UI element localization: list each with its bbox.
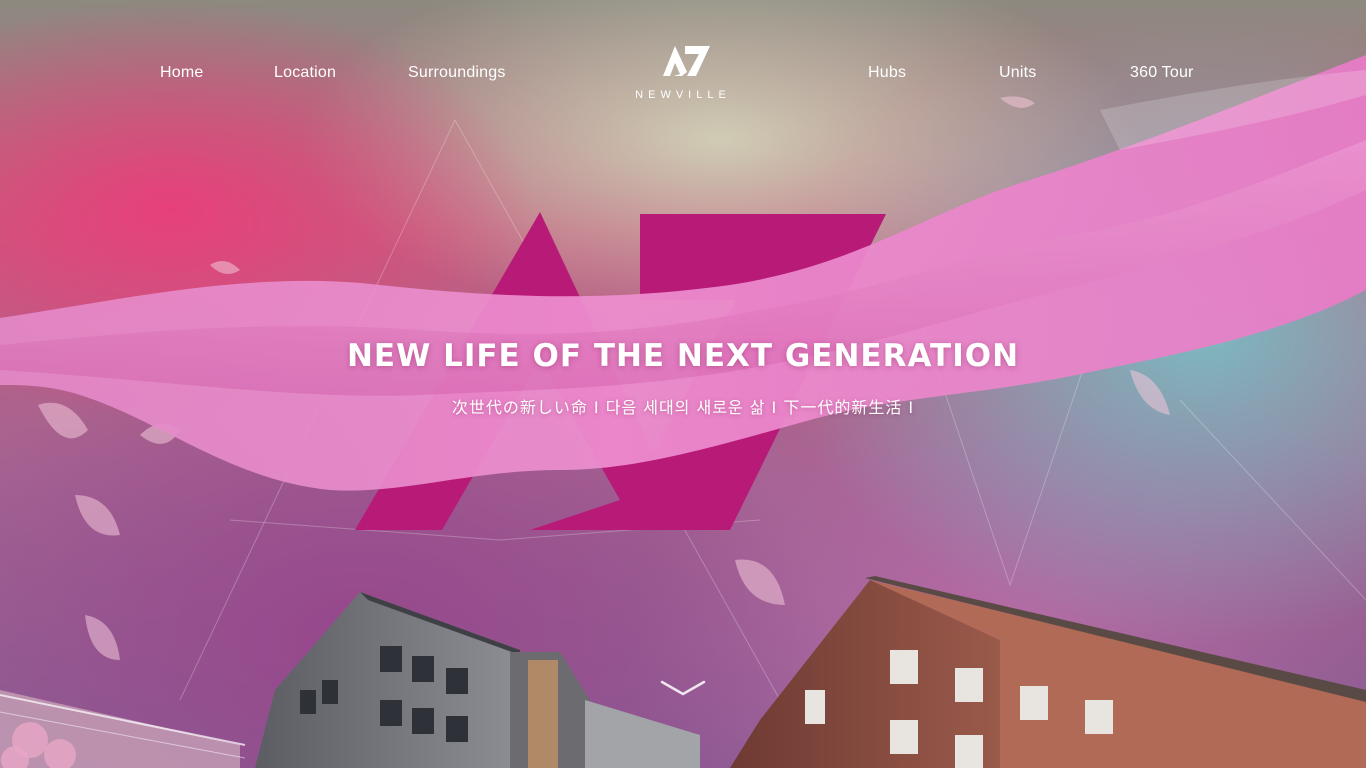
left-building [255, 592, 700, 768]
brand-logo[interactable]: NEWVILLE [613, 44, 753, 106]
nav-home-link[interactable]: Home [160, 64, 203, 82]
hero-subline: 次世代の新しい命 I 다음 세대의 새로운 삶 I 下一代的新生活 I [451, 398, 915, 417]
walkway [0, 690, 246, 768]
nav-units-link[interactable]: Units [999, 64, 1036, 82]
nav-surroundings-link[interactable]: Surroundings [408, 64, 506, 82]
hero-headline: NEW LIFE OF THE NEXT GENERATION [346, 338, 1020, 374]
chevron-down-icon[interactable] [658, 676, 708, 704]
hero-artwork [0, 55, 1366, 768]
right-building [730, 576, 1366, 768]
nav-hubs-link[interactable]: Hubs [868, 64, 906, 82]
brand-name: NEWVILLE [635, 89, 731, 101]
a7-logo-icon [663, 46, 710, 76]
nav-360-tour-link[interactable]: 360 Tour [1130, 64, 1194, 82]
hero-section: Home Location Surroundings Hubs Units 36… [0, 0, 1366, 768]
nav-location-link[interactable]: Location [274, 64, 336, 82]
